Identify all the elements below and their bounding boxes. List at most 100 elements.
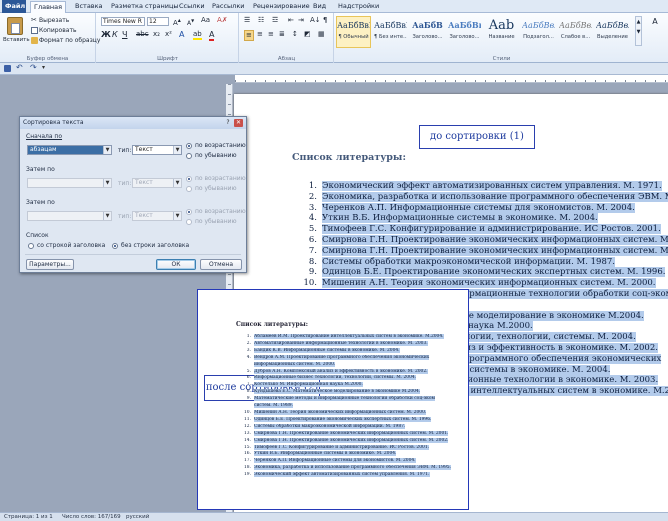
- list-item-text[interactable]: Мишенин А.Н. Теория экономических информ…: [322, 278, 656, 289]
- list-item-text[interactable]: Мишенин А.Н. Теория экономических информ…: [254, 409, 427, 415]
- font-size-combo[interactable]: 12: [147, 17, 169, 26]
- undo-icon[interactable]: ↶: [16, 63, 23, 72]
- bold-button[interactable]: Ж: [101, 30, 111, 39]
- then1-asc-radio[interactable]: [186, 176, 192, 182]
- save-icon[interactable]: [4, 65, 11, 72]
- font-name-combo[interactable]: Times New R: [101, 17, 145, 26]
- multilevel-list-button[interactable]: ☲: [272, 16, 278, 25]
- then2-asc-radio[interactable]: [186, 209, 192, 215]
- show-marks-button[interactable]: ¶: [323, 16, 327, 25]
- page-count[interactable]: Страница: 1 из 1: [4, 514, 53, 520]
- list-item-text[interactable]: Экономический эффект автоматизированных …: [322, 181, 662, 191]
- list-item-text[interactable]: Одинцов Б.Е. Проектирование экономически…: [254, 416, 432, 422]
- style-emphasis[interactable]: АаБбВвГг Выделение: [595, 16, 630, 48]
- styles-scroll[interactable]: ▲ ▼: [635, 16, 642, 46]
- list-item-text[interactable]: Математические методы и информационные т…: [254, 396, 435, 402]
- underline-button[interactable]: Ч: [122, 30, 127, 39]
- list-item-text[interactable]: Экономика, разработка и использование пр…: [322, 191, 668, 202]
- format-painter-button[interactable]: Формат по образцу: [31, 36, 100, 45]
- highlight-button[interactable]: ab: [193, 30, 202, 40]
- close-icon[interactable]: ✕: [234, 119, 243, 127]
- tab-addins[interactable]: Надстройки: [335, 1, 382, 13]
- redo-icon[interactable]: ↷: [30, 63, 37, 72]
- list-item-text[interactable]: Экономический эффект автоматизированных …: [254, 472, 430, 478]
- font-color-button[interactable]: A: [209, 30, 215, 41]
- shrink-font-button[interactable]: A▼: [187, 16, 194, 28]
- list-item-text[interactable]: Абламеев И.М. Проектирование интеллектуа…: [254, 334, 444, 339]
- first-by-combo[interactable]: абзацам ▼: [27, 145, 112, 155]
- style-title[interactable]: Aab Название: [484, 16, 519, 48]
- tab-file[interactable]: Файл: [2, 0, 26, 13]
- text-effects-button[interactable]: A: [179, 30, 184, 39]
- list-item-text[interactable]: Одинцов Б.Е. Проектирование экономически…: [322, 267, 666, 278]
- copy-button[interactable]: Копировать: [31, 26, 76, 35]
- help-icon[interactable]: ?: [224, 119, 232, 127]
- first-type-combo[interactable]: Текст ▼: [132, 145, 182, 155]
- superscript-button[interactable]: x²: [165, 30, 172, 39]
- list-item-text[interactable]: Костелько М. Информационная наука М.2000…: [254, 382, 363, 388]
- numbering-button[interactable]: ☷: [258, 16, 264, 25]
- no-header-radio[interactable]: [112, 243, 118, 249]
- then-type-combo-2[interactable]: Текст ▼: [132, 211, 182, 221]
- bullets-button[interactable]: ☰: [244, 16, 250, 25]
- list-item-text[interactable]: Уткин В.Б. Информационные системы в экон…: [322, 213, 598, 224]
- strikethrough-button[interactable]: abc: [136, 30, 149, 39]
- align-left-button[interactable]: ≡: [244, 30, 254, 41]
- list-item-text[interactable]: Смирнова Г.Н. Проектирование экономическ…: [254, 430, 449, 436]
- word-count[interactable]: Число слов: 167/169: [62, 514, 121, 520]
- list-item-text[interactable]: Системы обработки макроэкономической инф…: [254, 423, 406, 429]
- list-item-text[interactable]: Тимофеев Г.С. Конфигурирование и админис…: [254, 444, 430, 450]
- subscript-button[interactable]: x₂: [153, 30, 160, 39]
- cut-button[interactable]: ✂ Вырезать: [31, 16, 69, 25]
- list-item-text[interactable]: Информационные бизнес технологии, технол…: [254, 375, 417, 381]
- list-item-text[interactable]: Автоматизированные информационные технол…: [254, 340, 428, 346]
- tab-review[interactable]: Рецензирование: [250, 1, 313, 13]
- italic-button[interactable]: К: [112, 30, 118, 39]
- shading-button[interactable]: ◩: [304, 30, 311, 39]
- first-desc-radio[interactable]: [186, 153, 192, 159]
- clear-formatting-button[interactable]: A✗: [217, 16, 228, 25]
- borders-button[interactable]: ▦: [318, 30, 325, 39]
- tab-page-layout[interactable]: Разметка страницы: [108, 1, 182, 13]
- tab-mailings[interactable]: Рассылки: [209, 1, 248, 13]
- list-item-text[interactable]: Тимофеев Г.С. Конфигурирование и админис…: [322, 224, 661, 235]
- style-normal[interactable]: АаБбВвГг, ¶ Обычный: [336, 16, 371, 48]
- style-subtle-emphasis[interactable]: АаБбВвГг Слабое в...: [558, 16, 593, 48]
- list-item-text[interactable]: Бандик К.В. Информационные системы в эко…: [254, 347, 400, 353]
- list-item-text[interactable]: Смирнова Г.Н. Проектирование экономическ…: [322, 234, 668, 245]
- customize-toolbar-icon[interactable]: ▾: [42, 64, 45, 71]
- tab-insert[interactable]: Вставка: [72, 1, 106, 13]
- paste-button[interactable]: Вставить: [3, 17, 30, 49]
- ok-button[interactable]: ОК: [156, 259, 196, 270]
- then1-desc-radio[interactable]: [186, 186, 192, 192]
- justify-button[interactable]: ≣: [279, 30, 285, 39]
- then-by-combo-2[interactable]: ▼: [27, 211, 112, 221]
- change-styles-button[interactable]: A: [644, 16, 666, 28]
- list-item-text[interactable]: Уткин В.Б. Информационные системы в экон…: [254, 451, 397, 457]
- cancel-button[interactable]: Отмена: [200, 259, 242, 270]
- align-center-button[interactable]: ≡: [257, 30, 263, 39]
- with-header-radio[interactable]: [28, 243, 34, 249]
- list-item-text[interactable]: Черенков А.П. Информационные системы для…: [254, 458, 416, 464]
- tab-view[interactable]: Вид: [310, 1, 329, 13]
- align-right-button[interactable]: ≡: [268, 30, 274, 39]
- grow-font-button[interactable]: A▲: [173, 16, 181, 28]
- sort-button[interactable]: A↓: [310, 16, 321, 25]
- horizontal-ruler[interactable]: [235, 75, 668, 83]
- options-button[interactable]: Параметры...: [26, 259, 74, 270]
- list-item-text[interactable]: Вендров А.М. Проектирование программного…: [254, 354, 430, 360]
- style-heading-2[interactable]: АаБбВв Заголово...: [447, 16, 482, 48]
- style-no-spacing[interactable]: АаБбВвГг, ¶ Без инте...: [373, 16, 408, 48]
- style-heading-1[interactable]: АаБбВ Заголово...: [410, 16, 445, 48]
- list-item-text[interactable]: систем. М. 1989.: [254, 403, 293, 409]
- then-type-combo-1[interactable]: Текст ▼: [132, 178, 182, 188]
- then2-desc-radio[interactable]: [186, 219, 192, 225]
- list-item-text[interactable]: Системы обработки макроэкономической инф…: [322, 256, 615, 267]
- tab-references[interactable]: Ссылки: [176, 1, 208, 13]
- list-item-text[interactable]: Смирнова Г.Н. Проектирование экономическ…: [322, 245, 668, 256]
- change-case-button[interactable]: Aa: [201, 16, 210, 25]
- list-item-text[interactable]: Смирнова Г.Н. Проектирование экономическ…: [254, 437, 449, 443]
- language-indicator[interactable]: русский: [126, 514, 149, 520]
- list-item-text[interactable]: информационных систем. М. 2000.: [254, 361, 336, 367]
- list-item-text[interactable]: Экономика, разработка и использование пр…: [254, 465, 451, 471]
